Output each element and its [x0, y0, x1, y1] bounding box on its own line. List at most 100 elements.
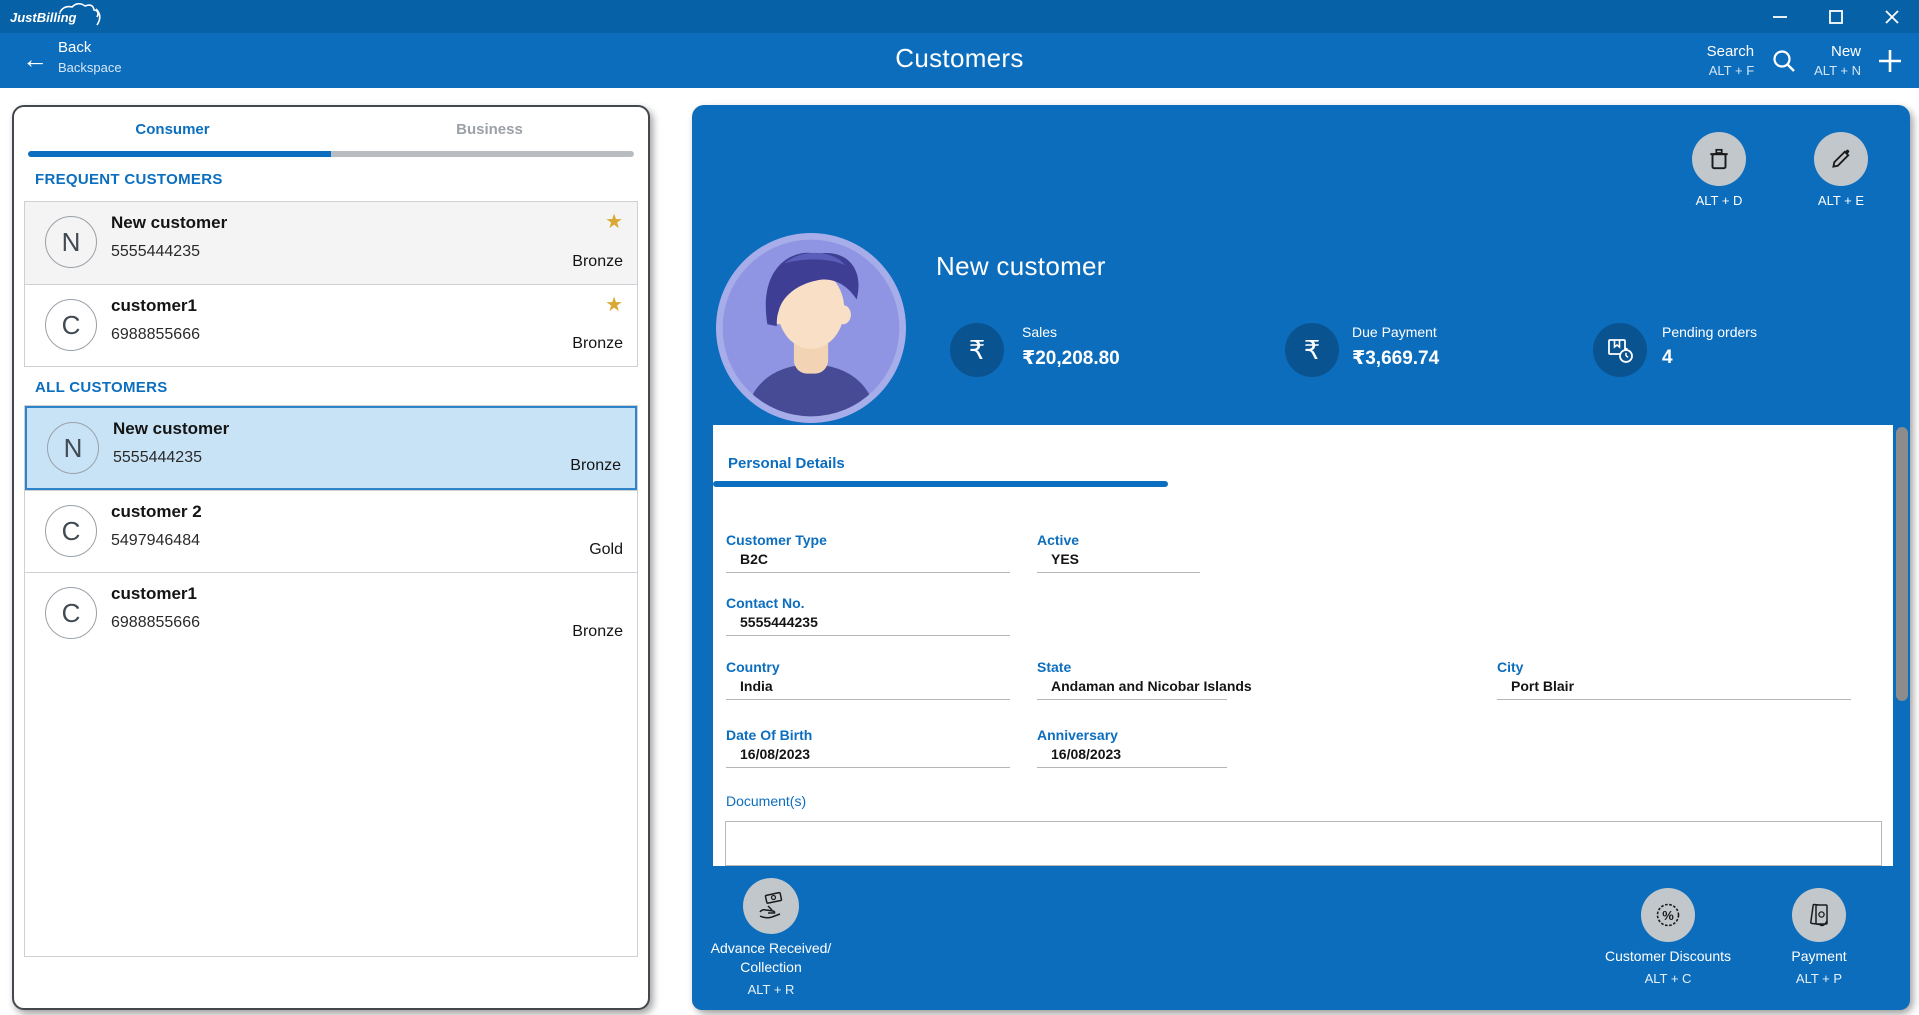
- customer-row-selected[interactable]: N New customer 5555444235 Bronze: [25, 406, 637, 490]
- field-label: State: [1037, 659, 1227, 675]
- rupee-icon: ₹: [1285, 323, 1339, 377]
- customer-row[interactable]: N New customer 5555444235 ★ Bronze: [25, 202, 637, 284]
- new-shortcut: ALT + N: [1814, 63, 1861, 78]
- loyalty-tier: Bronze: [570, 457, 621, 475]
- field-label: Date Of Birth: [726, 727, 1010, 743]
- documents-label: Document(s): [726, 793, 806, 809]
- field-value: Port Blair: [1497, 678, 1851, 694]
- hand-money-icon: [743, 878, 799, 934]
- delete-shortcut: ALT + D: [1664, 193, 1774, 208]
- page-title: Customers: [0, 43, 1919, 74]
- field-label: Customer Type: [726, 532, 1010, 548]
- customer-name: New customer: [111, 213, 227, 233]
- close-button[interactable]: [1877, 4, 1907, 30]
- customer-row[interactable]: C customer1 6988855666 ★ Bronze: [25, 284, 637, 366]
- advance-received-button[interactable]: Advance Received/ Collection ALT + R: [696, 878, 846, 997]
- pending-orders-value: 4: [1662, 347, 1757, 369]
- field-city: City Port Blair: [1497, 659, 1851, 700]
- customer-name: customer1: [111, 584, 197, 604]
- maximize-button[interactable]: [1821, 4, 1851, 30]
- due-payment-stat: Due Payment ₹3,669.74: [1352, 324, 1439, 370]
- personal-details-tab-underline: [713, 481, 1168, 487]
- new-label: New: [1814, 43, 1861, 60]
- discount-badge-icon: %: [1641, 888, 1695, 942]
- cash-icon: [1792, 888, 1846, 942]
- field-value: YES: [1037, 551, 1200, 567]
- avatar: N: [45, 216, 97, 268]
- documents-box: [725, 821, 1882, 866]
- customer-discounts-button[interactable]: % Customer Discounts ALT + C: [1588, 888, 1748, 986]
- tab-business[interactable]: Business: [331, 121, 648, 138]
- due-payment-value: ₹3,669.74: [1352, 347, 1439, 370]
- personal-details-card: Personal Details Customer Type B2C Activ…: [713, 425, 1893, 866]
- minimize-icon: [1770, 7, 1790, 27]
- customer-row[interactable]: C customer 2 5497946484 Gold: [25, 490, 637, 572]
- justbilling-logo: JustBilling: [8, 3, 136, 35]
- navbar: ← Back Backspace Customers Search ALT + …: [0, 33, 1919, 88]
- tab-consumer[interactable]: Consumer: [14, 121, 331, 138]
- search-label: Search: [1707, 43, 1755, 60]
- titlebar: JustBilling: [0, 0, 1919, 33]
- field-label: Active: [1037, 532, 1200, 548]
- field-contact-no: Contact No. 5555444235: [726, 595, 1010, 636]
- advance-received-shortcut: ALT + R: [696, 982, 846, 997]
- loyalty-tier: Bronze: [572, 623, 623, 641]
- search-shortcut: ALT + F: [1707, 63, 1755, 78]
- detail-customer-name: New customer: [936, 251, 1106, 282]
- new-button[interactable]: New ALT + N: [1814, 43, 1861, 78]
- customer-phone: 5497946484: [111, 532, 200, 550]
- field-label: Country: [726, 659, 1010, 675]
- search-icon[interactable]: [1770, 47, 1798, 75]
- payment-label: Payment: [1744, 947, 1894, 966]
- customer-discounts-label: Customer Discounts: [1588, 947, 1748, 966]
- field-value: Andaman and Nicobar Islands: [1037, 678, 1227, 694]
- advance-received-label-line1: Advance Received/: [696, 939, 846, 958]
- sales-value: ₹20,208.80: [1022, 347, 1120, 370]
- field-value: India: [726, 678, 1010, 694]
- customer-name: customer 2: [111, 502, 202, 522]
- customer-detail-panel: ALT + D ALT + E: [692, 105, 1910, 1010]
- all-customers-list: N New customer 5555444235 Bronze C custo…: [24, 405, 638, 957]
- star-icon: ★: [605, 209, 623, 234]
- close-icon: [1882, 7, 1902, 27]
- customer-list-panel: Consumer Business FREQUENT CUSTOMERS N N…: [12, 105, 650, 1010]
- plus-icon[interactable]: [1877, 48, 1903, 74]
- customer-name: customer1: [111, 296, 197, 316]
- field-state: State Andaman and Nicobar Islands: [1037, 659, 1227, 700]
- pending-orders-icon: [1593, 323, 1647, 377]
- frequent-customers-heading: FREQUENT CUSTOMERS: [35, 171, 223, 188]
- customer-phone: 6988855666: [111, 326, 200, 344]
- field-active: Active YES: [1037, 532, 1200, 573]
- tab-underline: [28, 151, 634, 157]
- svg-text:%: %: [1662, 908, 1674, 923]
- avatar: C: [45, 505, 97, 557]
- star-icon: ★: [605, 292, 623, 317]
- pending-orders-label: Pending orders: [1662, 324, 1757, 340]
- field-label: Contact No.: [726, 595, 1010, 611]
- loyalty-tier: Bronze: [572, 253, 623, 271]
- customer-avatar-image: [716, 233, 906, 423]
- field-value: 5555444235: [726, 614, 1010, 630]
- due-payment-label: Due Payment: [1352, 324, 1439, 340]
- minimize-button[interactable]: [1765, 4, 1795, 30]
- sales-label: Sales: [1022, 324, 1120, 340]
- field-label: City: [1497, 659, 1851, 675]
- edit-button[interactable]: [1814, 132, 1868, 186]
- field-value: B2C: [726, 551, 1010, 567]
- tab-personal-details[interactable]: Personal Details: [728, 455, 845, 472]
- avatar: N: [47, 422, 99, 474]
- customer-row[interactable]: C customer1 6988855666 Bronze: [25, 572, 637, 654]
- pending-orders-stat: Pending orders 4: [1662, 324, 1757, 369]
- search-button[interactable]: Search ALT + F: [1707, 43, 1755, 78]
- sales-stat: Sales ₹20,208.80: [1022, 324, 1120, 370]
- delete-button[interactable]: [1692, 132, 1746, 186]
- bottom-action-bar: Advance Received/ Collection ALT + R % C…: [692, 866, 1910, 1010]
- advance-received-label-line2: Collection: [696, 958, 846, 977]
- trash-icon: [1706, 146, 1732, 172]
- avatar: C: [45, 299, 97, 351]
- payment-button[interactable]: Payment ALT + P: [1744, 888, 1894, 986]
- customer-name: New customer: [113, 419, 229, 439]
- avatar: C: [45, 587, 97, 639]
- customer-phone: 6988855666: [111, 614, 200, 632]
- scrollbar-thumb[interactable]: [1896, 427, 1908, 701]
